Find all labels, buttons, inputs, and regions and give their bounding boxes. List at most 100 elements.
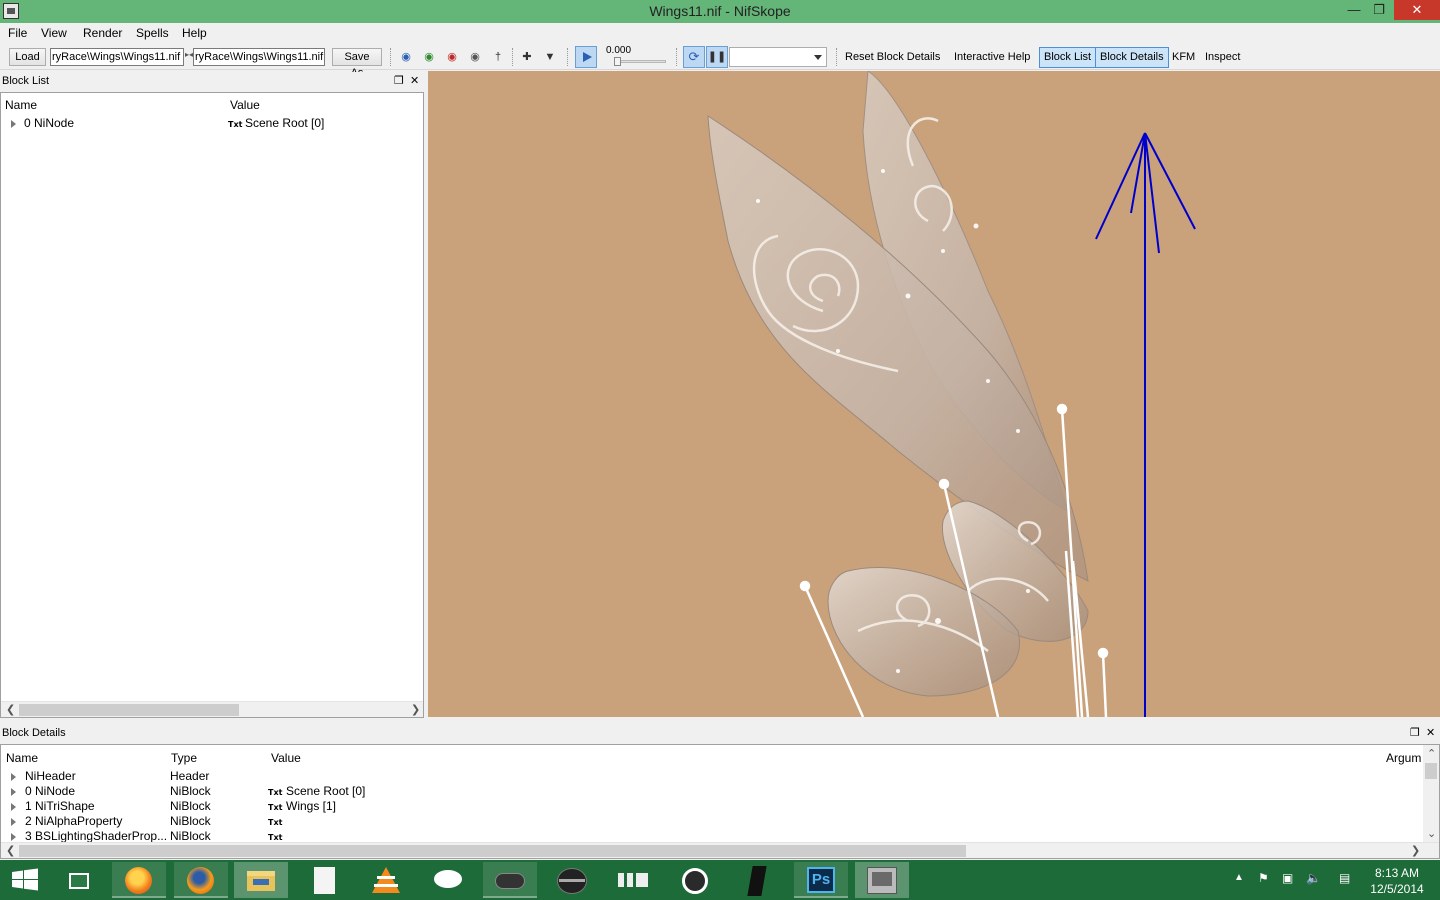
vlc-icon[interactable]: [359, 862, 413, 898]
view-eye-gray-icon[interactable]: ◉: [466, 50, 484, 64]
task-view-icon[interactable]: [52, 862, 106, 898]
block-list-title: Block List: [0, 72, 426, 90]
close-icon[interactable]: ✕: [1426, 726, 1435, 740]
menu-view[interactable]: View: [41, 26, 67, 40]
scroll-right-icon[interactable]: ❯: [1411, 844, 1420, 857]
firefox-nightly-icon[interactable]: [174, 862, 228, 898]
scroll-thumb[interactable]: [1425, 763, 1437, 779]
horizontal-scrollbar[interactable]: ❮ ❯: [1, 701, 423, 717]
expand-arrow-icon[interactable]: [11, 833, 16, 841]
table-row[interactable]: 0 NiNode NiBlock Txt Scene Root [0]: [1, 784, 1423, 799]
menu-bar: File View Render Spells Help: [0, 23, 1440, 44]
block-details-panel: Name Type Value Argum NiHeader Header 0 …: [0, 744, 1440, 859]
clock-date: 12/5/2014: [1370, 882, 1424, 896]
file-explorer-icon[interactable]: [234, 862, 288, 898]
time-slider[interactable]: [614, 60, 666, 63]
view-eye-green-icon[interactable]: ◉: [420, 50, 438, 64]
clock-time: 8:13 AM: [1374, 866, 1420, 880]
txt-icon: Txt: [268, 803, 283, 812]
animation-select[interactable]: [729, 47, 827, 67]
column-header-type[interactable]: Type: [171, 751, 197, 765]
save-path-input[interactable]: ryRace\Wings\Wings11.nif: [193, 48, 325, 66]
maximize-button[interactable]: ❐: [1364, 0, 1394, 20]
steam-icon[interactable]: [668, 862, 722, 898]
column-header-name[interactable]: Name: [6, 751, 38, 765]
block-list-toggle[interactable]: Block List: [1039, 47, 1097, 68]
close-button[interactable]: ✕: [1394, 0, 1440, 20]
scroll-left-icon[interactable]: ❮: [6, 844, 15, 857]
view-eye-blue-icon[interactable]: ◉: [397, 50, 415, 64]
column-header-name[interactable]: Name: [5, 98, 37, 112]
move-icon[interactable]: ✚: [518, 50, 536, 64]
photoshop-icon[interactable]: Ps: [794, 862, 848, 898]
mod-organizer-icon[interactable]: [606, 862, 660, 898]
loop-button[interactable]: ⟳: [683, 46, 705, 68]
scroll-left-icon[interactable]: ❮: [6, 703, 15, 716]
table-row[interactable]: NiHeader Header: [1, 769, 1423, 784]
taskbar-clock[interactable]: 8:13 AM 12/5/2014: [1364, 865, 1430, 897]
show-hidden-icons[interactable]: ▲: [1234, 872, 1244, 883]
switch-button[interactable]: ❚❚: [706, 46, 728, 68]
app-dark-icon[interactable]: [731, 862, 785, 898]
column-header-value[interactable]: Value: [271, 751, 301, 765]
notepad-icon[interactable]: [298, 862, 352, 898]
reset-block-details-button[interactable]: Reset Block Details: [841, 49, 944, 67]
float-icon[interactable]: ❐: [1410, 726, 1420, 740]
block-details-toggle[interactable]: Block Details: [1095, 47, 1169, 68]
load-path-input[interactable]: ryRace\Wings\Wings11.nif: [50, 48, 184, 66]
scroll-thumb[interactable]: [19, 845, 966, 857]
time-value: 0.000: [606, 45, 632, 56]
action-center-flag-icon[interactable]: ⚑: [1258, 871, 1269, 885]
windows-logo-icon: [12, 868, 38, 891]
menu-spells[interactable]: Spells: [136, 26, 169, 40]
view-dropdown-icon[interactable]: ▼: [541, 50, 559, 64]
column-header-value[interactable]: Value: [230, 98, 260, 112]
menu-help[interactable]: Help: [182, 26, 207, 40]
float-icon[interactable]: ❐: [394, 74, 404, 88]
taskbar: Ps ▲ ⚑ ▣ 🔈 ▤: [0, 860, 1440, 900]
scroll-up-icon[interactable]: ⌃: [1427, 747, 1436, 760]
close-icon[interactable]: ✕: [410, 74, 419, 88]
render-viewport[interactable]: [428, 71, 1440, 717]
keyboard-icon[interactable]: ▤: [1339, 871, 1350, 885]
nifskope-icon[interactable]: [855, 862, 909, 898]
kfm-toggle[interactable]: KFM: [1168, 49, 1199, 67]
gamepad-icon[interactable]: [483, 862, 537, 898]
save-as-button[interactable]: Save As: [332, 48, 382, 79]
block-details-title: Block Details: [0, 724, 1440, 742]
menu-file[interactable]: File: [8, 26, 27, 40]
tree-row[interactable]: 0 NiNode Txt Scene Root [0]: [1, 116, 423, 131]
expand-arrow-icon[interactable]: [11, 803, 16, 811]
view-eye-red-icon[interactable]: ◉: [443, 50, 461, 64]
column-header-arguments[interactable]: Argum: [1386, 751, 1421, 765]
expand-arrow-icon[interactable]: [11, 788, 16, 796]
horizontal-scrollbar[interactable]: ❮ ❯: [1, 842, 1439, 858]
expand-arrow-icon[interactable]: [11, 120, 16, 128]
row-name: 0 NiNode: [24, 116, 75, 130]
title-bar: Wings11.nif - NifSkope — ❐ ✕: [0, 0, 1440, 23]
scroll-thumb[interactable]: [19, 704, 239, 716]
menu-render[interactable]: Render: [83, 26, 122, 40]
firefox-icon[interactable]: [112, 862, 166, 898]
vertical-scrollbar[interactable]: ⌃ ⌄: [1423, 745, 1439, 842]
swap-arrows-icon[interactable]: ▸◂: [185, 50, 193, 59]
expand-arrow-icon[interactable]: [11, 773, 16, 781]
volume-icon[interactable]: 🔈: [1306, 871, 1321, 885]
chat-icon[interactable]: [421, 862, 475, 898]
network-icon[interactable]: ▣: [1282, 871, 1293, 885]
walk-icon[interactable]: †: [489, 50, 507, 64]
load-button[interactable]: Load: [9, 48, 46, 66]
table-row[interactable]: 2 NiAlphaProperty NiBlock Txt: [1, 814, 1423, 829]
scroll-right-icon[interactable]: ❯: [411, 703, 420, 716]
time-slider-thumb[interactable]: [614, 57, 621, 66]
inspect-toggle[interactable]: Inspect: [1201, 49, 1244, 67]
txt-icon: Txt: [268, 818, 283, 827]
start-button[interactable]: [0, 862, 50, 898]
creation-kit-icon[interactable]: [545, 862, 599, 898]
interactive-help-button[interactable]: Interactive Help: [950, 49, 1034, 67]
viewport-scene: [707, 71, 1196, 717]
play-button[interactable]: [575, 46, 597, 68]
expand-arrow-icon[interactable]: [11, 818, 16, 826]
table-row[interactable]: 1 NiTriShape NiBlock Txt Wings [1]: [1, 799, 1423, 814]
scroll-down-icon[interactable]: ⌄: [1427, 827, 1436, 840]
